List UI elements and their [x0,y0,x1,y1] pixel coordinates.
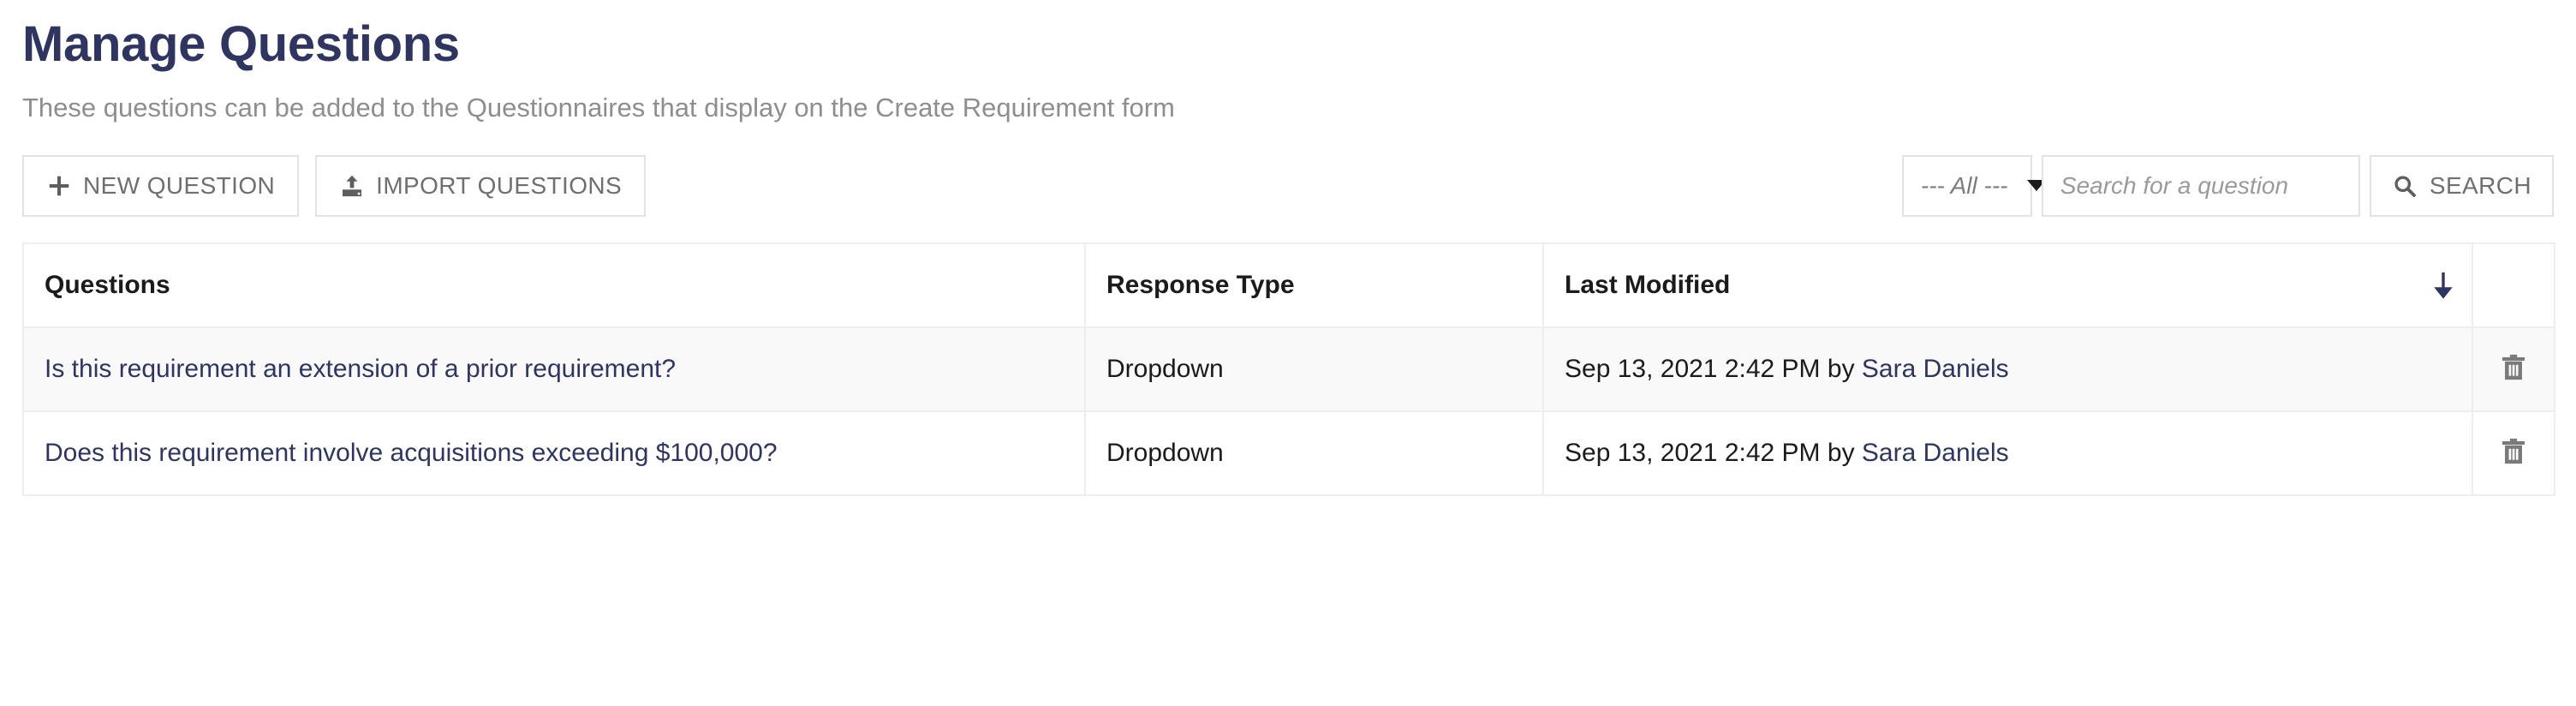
cell-response-type: Dropdown [1084,410,1544,496]
table-body: Is this requirement an extension of a pr… [22,326,2555,496]
search-group: --- All --- SEARCH [1901,154,2554,217]
questions-table-container: Questions Response Type Last Modified Is… [22,242,2555,496]
last-modified-timestamp: Sep 13, 2021 2:42 PM by [1565,438,1862,467]
cell-last-modified: Sep 13, 2021 2:42 PM by Sara Daniels [1542,326,2473,412]
upload-icon [339,173,365,199]
trash-icon [2499,436,2528,470]
table-row: Is this requirement an extension of a pr… [22,326,2555,412]
column-header-actions [2472,242,2555,328]
import-questions-label: IMPORT QUESTIONS [376,171,623,199]
cell-question: Is this requirement an extension of a pr… [22,326,1086,412]
question-filter-selected-value: --- All --- [1920,171,2008,199]
cell-response-type: Dropdown [1084,326,1544,412]
table-header: Questions Response Type Last Modified [22,242,2555,328]
search-icon [2392,173,2418,199]
column-header-last-modified-label: Last Modified [1565,270,1731,299]
cell-question: Does this requirement involve acquisitio… [22,410,1086,496]
last-modified-user-link[interactable]: Sara Daniels [1862,355,2009,383]
cell-last-modified: Sep 13, 2021 2:42 PM by Sara Daniels [1542,410,2473,496]
toolbar-actions-group: NEW QUESTION IMPORT QUESTIONS [22,154,647,217]
question-filter-select[interactable]: --- All --- [1901,154,2046,217]
last-modified-user-link[interactable]: Sara Daniels [1862,439,2009,467]
page-title: Manage Questions [22,16,460,72]
new-question-button[interactable]: NEW QUESTION [22,154,300,217]
question-link[interactable]: Is this requirement an extension of a pr… [45,355,676,383]
trash-icon [2499,352,2528,386]
table-row: Does this requirement involve acquisitio… [22,410,2555,496]
column-header-last-modified[interactable]: Last Modified [1542,242,2473,328]
plus-icon [46,173,72,199]
table-header-row: Questions Response Type Last Modified [22,242,2555,328]
search-button[interactable]: SEARCH [2369,154,2554,217]
cell-actions [2472,410,2555,496]
last-modified-timestamp: Sep 13, 2021 2:42 PM by [1565,354,1862,383]
column-header-response-type[interactable]: Response Type [1084,242,1544,328]
manage-questions-page: Manage Questions These questions can be … [0,0,2576,706]
import-questions-button[interactable]: IMPORT QUESTIONS [315,154,647,217]
question-link[interactable]: Does this requirement involve acquisitio… [45,439,778,467]
page-subtitle: These questions can be added to the Ques… [22,92,1175,123]
delete-row-button[interactable] [2494,412,2533,494]
search-button-label: SEARCH [2429,171,2531,199]
toolbar: NEW QUESTION IMPORT QUESTIONS --- All --… [22,154,2554,217]
questions-table: Questions Response Type Last Modified Is… [22,242,2555,496]
delete-row-button[interactable] [2494,328,2533,410]
search-input[interactable] [2041,154,2360,217]
arrow-down-icon [2434,271,2453,300]
new-question-label: NEW QUESTION [83,171,276,199]
cell-actions [2472,326,2555,412]
column-header-questions[interactable]: Questions [22,242,1086,328]
